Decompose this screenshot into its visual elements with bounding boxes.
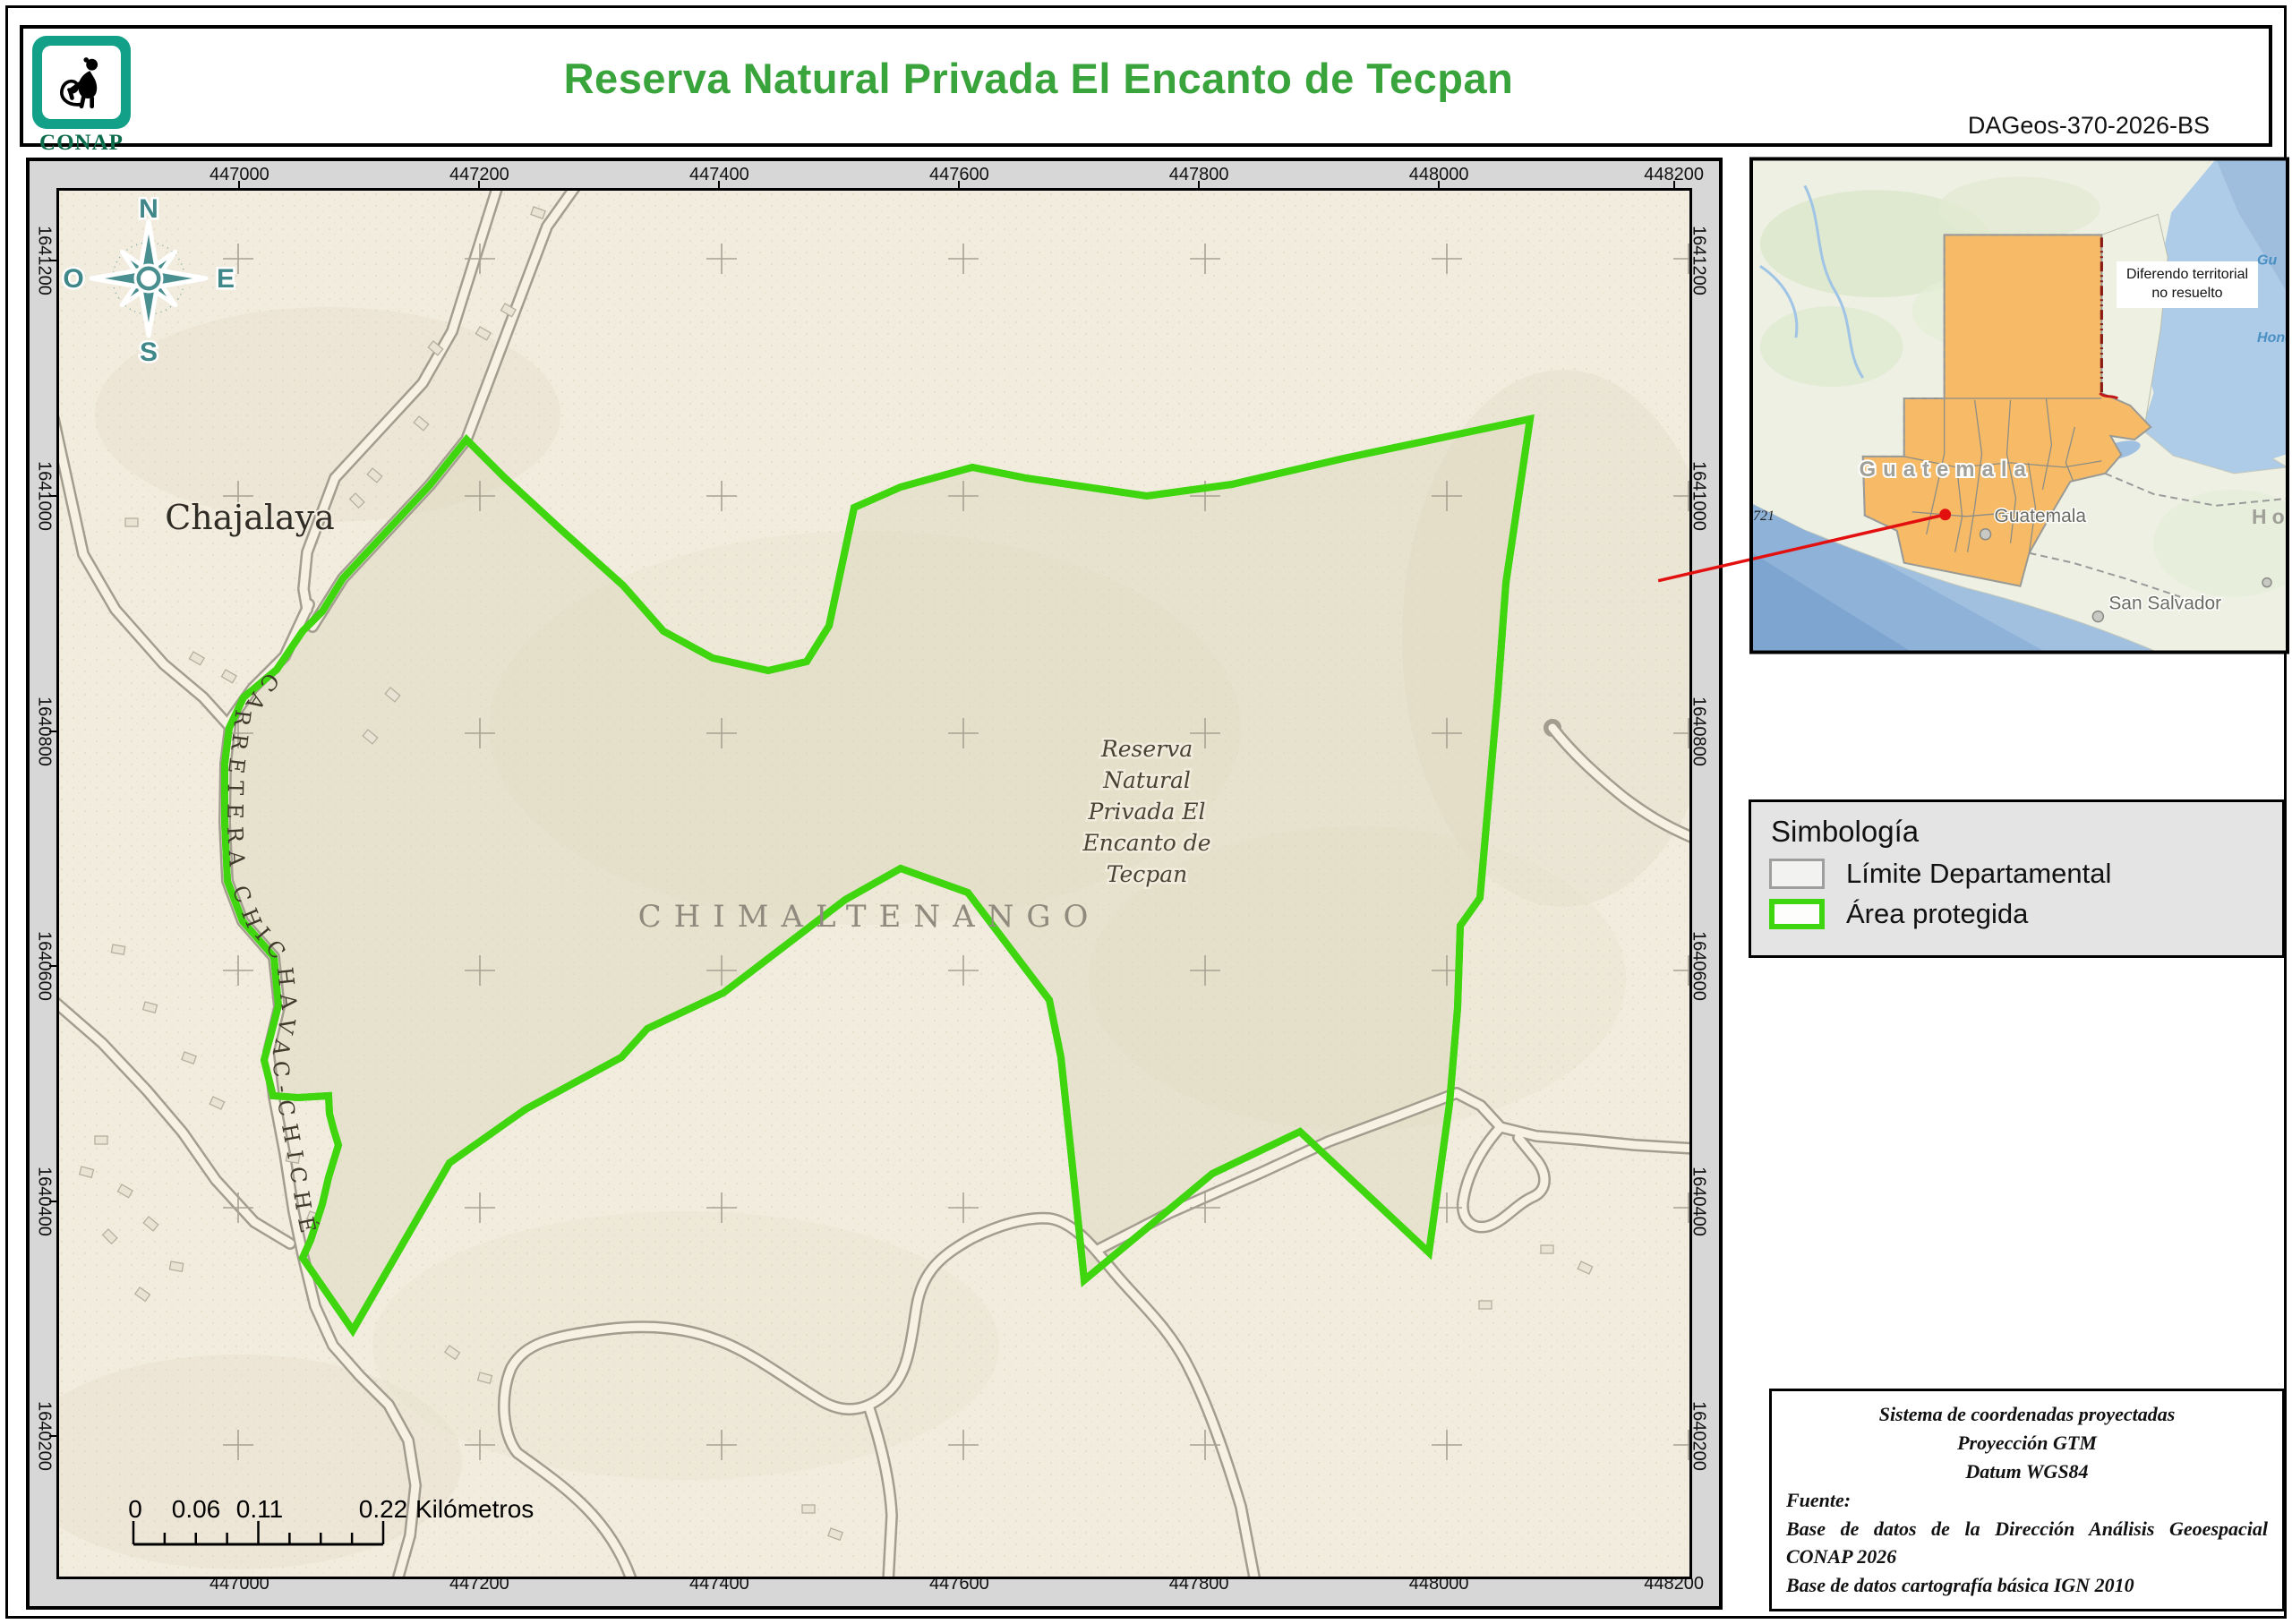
- building: [802, 1505, 815, 1513]
- svg-text:Encanto de: Encanto de: [1082, 830, 1210, 856]
- compass-n: N: [139, 194, 158, 224]
- scale-label-022: 0.22: [359, 1495, 408, 1523]
- svg-text:Privada El: Privada El: [1088, 799, 1206, 825]
- map-document-page: { "header": { "title": "Reserva Natural …: [0, 0, 2292, 1624]
- monkey-icon: [42, 46, 121, 119]
- legend-item-label: Área protegida: [1846, 898, 2028, 930]
- building: [125, 518, 138, 526]
- projection-info-box: Sistema de coordenadas proyectadas Proye…: [1769, 1389, 2285, 1611]
- svg-text:Reserva: Reserva: [1100, 736, 1193, 762]
- building: [111, 944, 124, 954]
- map-frame: 4470004470004472004472004474004474004476…: [26, 158, 1723, 1610]
- crs-line: Sistema de coordenadas proyectadas: [1786, 1400, 2268, 1429]
- document-code: DAGeos-370-2026-BS: [1968, 112, 2210, 140]
- map-canvas: CARRETERA CHICHAVAC-CHICHÉ Chajalaya CHI…: [59, 191, 1689, 1577]
- inset-city2-label: San Salvador: [2108, 594, 2221, 614]
- inset-canvas: Guatemala Guatemala San Salvador Ho Gu H…: [1751, 158, 2288, 654]
- conap-logo-frame: [32, 36, 131, 129]
- building: [1479, 1301, 1492, 1309]
- source-line-2: Base de datos cartografía básica IGN 201…: [1786, 1571, 2268, 1600]
- page-title: Reserva Natural Privada El Encanto de Te…: [77, 29, 2000, 127]
- inset-country-label: Guatemala: [1859, 457, 2032, 482]
- svg-text:Natural: Natural: [1102, 767, 1191, 793]
- legend-item-label: Límite Departamental: [1846, 858, 2111, 890]
- map-panel: CARRETERA CHICHAVAC-CHICHÉ Chajalaya CHI…: [56, 188, 1692, 1579]
- scale-unit-label: Kilómetros: [415, 1495, 534, 1523]
- protected-area-swatch: [1769, 899, 1825, 929]
- scale-label-006: 0.06: [172, 1495, 221, 1523]
- legend-item-departmental: Límite Departamental: [1769, 858, 2264, 890]
- source-label: Fuente:: [1786, 1486, 2268, 1515]
- legend-item-protected: Área protegida: [1769, 898, 2264, 930]
- building: [1541, 1245, 1553, 1253]
- inset-sea-label-fragment-1: Gu: [2257, 252, 2277, 268]
- department-label: CHIMALTENANGO: [638, 899, 1101, 935]
- compass-e: E: [217, 264, 235, 294]
- datum-line: Datum WGS84: [1786, 1457, 2268, 1486]
- source-line-1: Base de datos de la Dirección Análisis G…: [1786, 1515, 2268, 1572]
- scale-label-0: 0: [128, 1495, 142, 1523]
- conap-wordmark: CONAP: [27, 131, 136, 156]
- inset-city-label: Guatemala: [1995, 506, 2087, 526]
- conap-logo: CONAP: [27, 36, 136, 156]
- legend: Simbología Límite Departamental Área pro…: [1749, 799, 2285, 958]
- building: [169, 1261, 183, 1271]
- inset-guatemala-city-dot: [1980, 529, 1991, 540]
- inset-honduras-fragment: Ho: [2252, 505, 2290, 528]
- svg-text:Tecpan: Tecpan: [1107, 861, 1188, 887]
- compass-s: S: [140, 338, 158, 367]
- scale-label-011: 0.11: [236, 1495, 283, 1523]
- building: [95, 1136, 107, 1144]
- projection-line: Proyección GTM: [1786, 1429, 2268, 1457]
- compass-o: O: [63, 264, 83, 294]
- inset-san-salvador-dot: [2092, 611, 2103, 622]
- header: Reserva Natural Privada El Encanto de Te…: [20, 25, 2272, 147]
- departmental-boundary-swatch: [1769, 859, 1825, 889]
- territorial-note: Diferendo territorial no resuelto: [2117, 261, 2258, 308]
- partial-coordinate-label: 721: [1753, 509, 1775, 525]
- legend-title: Simbología: [1771, 815, 2264, 849]
- town-label: Chajalaya: [165, 498, 335, 537]
- locator-dot: [1939, 509, 1951, 520]
- inset-locator-map: Guatemala Guatemala San Salvador Ho Gu H…: [1751, 158, 2288, 654]
